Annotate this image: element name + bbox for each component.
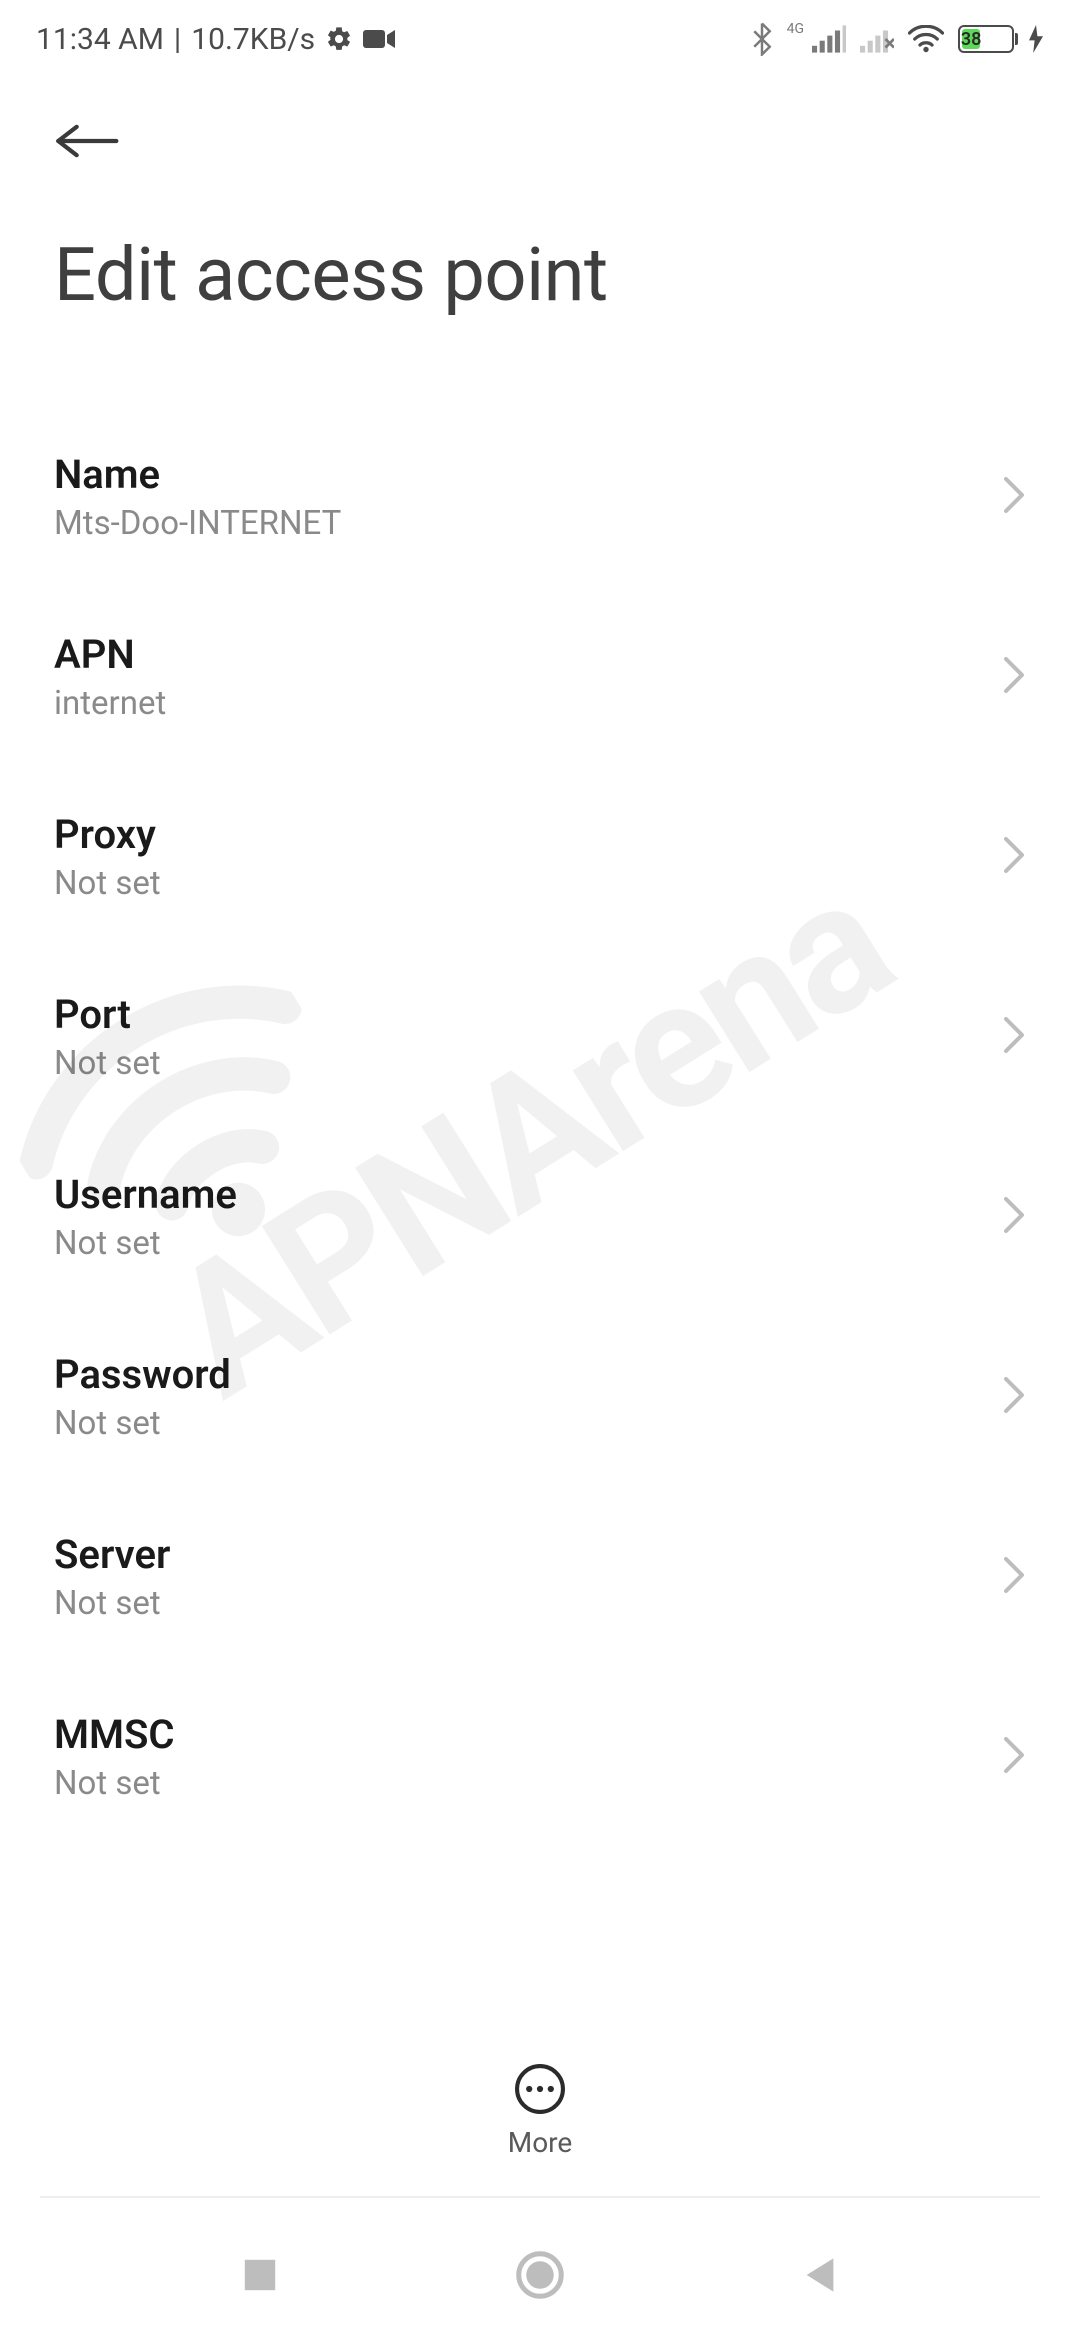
signal-sim1-icon [812, 25, 846, 53]
setting-label: Proxy [54, 811, 161, 858]
setting-username[interactable]: Username Not set [0, 1127, 1080, 1307]
arrow-left-icon [54, 121, 122, 161]
chevron-right-icon [1002, 655, 1026, 699]
status-right: 4G 38 [751, 22, 1044, 56]
setting-port[interactable]: Port Not set [0, 947, 1080, 1127]
bottom-separator [40, 2196, 1040, 2198]
wifi-icon [908, 25, 944, 53]
setting-name[interactable]: Name Mts-Doo-INTERNET [0, 407, 1080, 587]
status-bar: 11:34 AM | 10.7KB/s 4G 38 [0, 0, 1080, 78]
chevron-right-icon [1002, 1375, 1026, 1419]
camera-icon [363, 27, 395, 51]
setting-server[interactable]: Server Not set [0, 1487, 1080, 1667]
square-icon [241, 2256, 279, 2294]
gear-icon [325, 25, 353, 53]
system-nav-bar [0, 2210, 1080, 2340]
setting-label: Name [54, 451, 341, 498]
triangle-left-icon [802, 2255, 838, 2295]
setting-value: Not set [54, 1044, 161, 1083]
setting-value: Not set [54, 1764, 175, 1803]
setting-value: Not set [54, 1224, 237, 1263]
more-horiz-icon [513, 2062, 567, 2116]
nav-home-button[interactable] [505, 2240, 575, 2310]
charging-icon [1028, 25, 1044, 53]
setting-apn[interactable]: APN internet [0, 587, 1080, 767]
signal-sim2-icon [860, 25, 894, 53]
bottom-action-bar: More [0, 2030, 1080, 2190]
setting-password[interactable]: Password Not set [0, 1307, 1080, 1487]
setting-label: APN [54, 631, 166, 678]
setting-value: Mts-Doo-INTERNET [54, 504, 341, 543]
setting-label: Username [54, 1171, 237, 1218]
setting-value: Not set [54, 1584, 170, 1623]
setting-value: Not set [54, 1404, 231, 1443]
bluetooth-icon [751, 22, 773, 56]
more-label: More [508, 2126, 573, 2159]
nav-recent-button[interactable] [225, 2240, 295, 2310]
setting-proxy[interactable]: Proxy Not set [0, 767, 1080, 947]
setting-label: Port [54, 991, 161, 1038]
chevron-right-icon [1002, 1195, 1026, 1239]
setting-label: MMSC [54, 1711, 175, 1758]
status-net-speed: 10.7KB/s [191, 22, 315, 57]
header: Edit access point [0, 78, 1080, 319]
setting-label: Server [54, 1531, 170, 1578]
status-time: 11:34 AM [36, 22, 164, 57]
setting-label: Password [54, 1351, 231, 1398]
page-title: Edit access point [54, 232, 1026, 319]
chevron-right-icon [1002, 475, 1026, 519]
setting-value: internet [54, 684, 166, 723]
chevron-right-icon [1002, 1015, 1026, 1059]
apn-settings-list: Name Mts-Doo-INTERNET APN internet Proxy… [0, 407, 1080, 1809]
circle-icon [515, 2250, 565, 2300]
chevron-right-icon [1002, 1735, 1026, 1779]
more-button[interactable]: More [508, 2062, 573, 2159]
status-left: 11:34 AM | 10.7KB/s [36, 22, 395, 57]
signal-4g-label: 4G [787, 21, 804, 37]
battery-indicator: 38 [958, 25, 1014, 53]
setting-mmsc[interactable]: MMSC Not set [0, 1667, 1080, 1809]
chevron-right-icon [1002, 835, 1026, 879]
chevron-right-icon [1002, 1555, 1026, 1599]
battery-pct: 38 [962, 29, 980, 49]
nav-back-button[interactable] [785, 2240, 855, 2310]
back-button[interactable] [54, 106, 124, 176]
setting-value: Not set [54, 864, 161, 903]
status-sep: | [174, 22, 181, 57]
